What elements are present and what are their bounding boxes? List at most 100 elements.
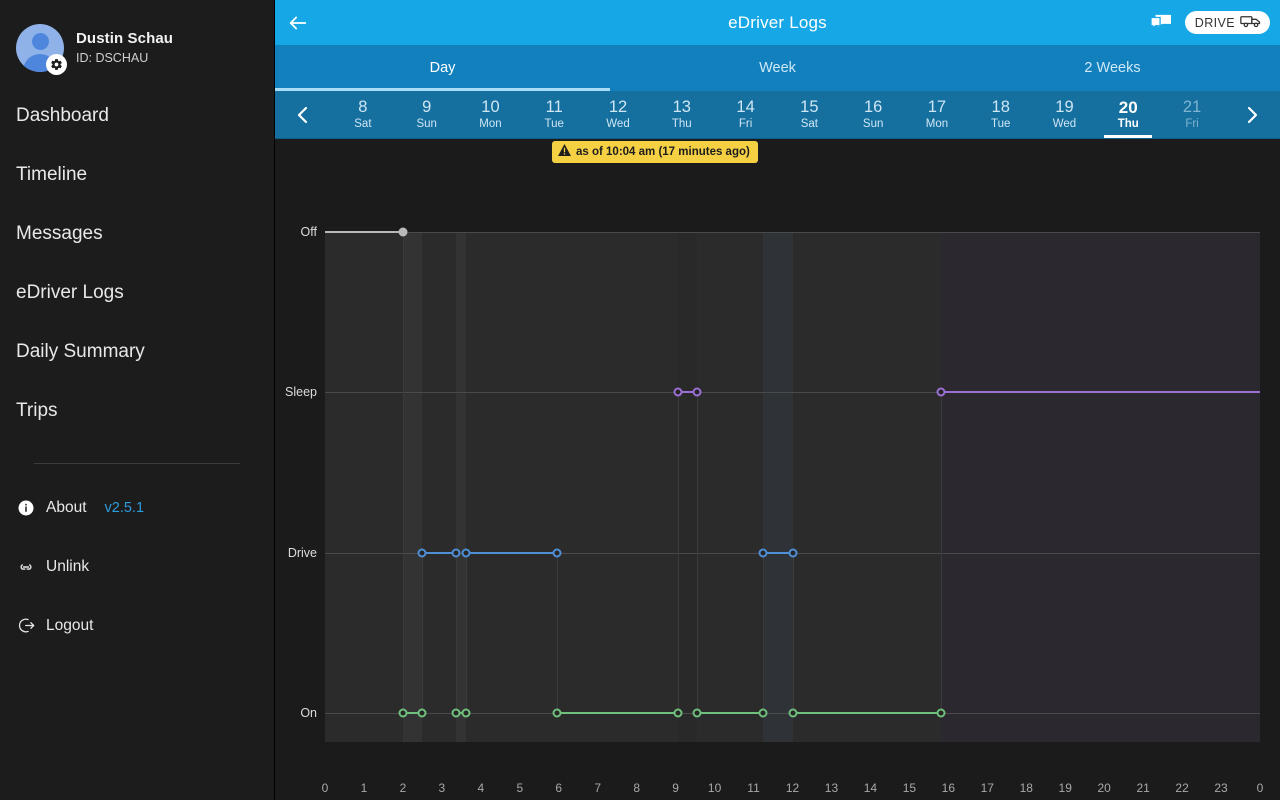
date-cell-11[interactable]: 11 Tue	[522, 91, 586, 138]
date-number: 10	[481, 97, 500, 116]
tab-day[interactable]: Day	[275, 45, 610, 91]
date-number: 15	[800, 97, 819, 116]
chart-x-label: 15	[902, 781, 917, 795]
chart-marker-drive[interactable]	[451, 548, 460, 558]
date-number: 17	[927, 97, 947, 116]
duty-status-chart[interactable]: Off Sleep Drive On 0 1 2 3 4 5 6 7 8 9 10 11 12 13 14 15 16 1…	[275, 139, 1280, 800]
date-cell-9[interactable]: 9 Sun	[395, 91, 459, 138]
drive-label: DRIVE	[1194, 15, 1235, 30]
sidebar-item-messages[interactable]: Messages	[0, 204, 274, 263]
sidebar-item-label: Trips	[16, 400, 58, 421]
date-cell-21[interactable]: 21 Fri	[1160, 91, 1224, 138]
sidebar-item-logout[interactable]: Logout	[0, 596, 274, 655]
app-version: v2.5.1	[104, 499, 145, 516]
link-icon	[16, 557, 36, 577]
tab-label: 2 Weeks	[1084, 60, 1141, 76]
avatar[interactable]	[16, 24, 67, 75]
chart-marker-on[interactable]	[552, 708, 562, 718]
date-cell-20[interactable]: 20 Thu	[1096, 91, 1160, 138]
date-number: 16	[863, 97, 883, 116]
chart-marker-drive[interactable]	[788, 548, 797, 558]
sidebar-item-label-logout: Logout	[46, 616, 94, 634]
logout-icon	[16, 616, 36, 636]
chart-marker-drive[interactable]	[417, 548, 427, 558]
date-cell-12[interactable]: 12 Wed	[586, 91, 650, 138]
chevron-left-icon[interactable]	[275, 91, 331, 138]
sidebar-utilities: About v2.5.1 Unlink Logout	[0, 478, 274, 655]
chart-marker-on[interactable]	[398, 708, 408, 718]
date-cell-19[interactable]: 19 Wed	[1033, 91, 1097, 138]
avatar-head	[31, 33, 49, 50]
date-weekday: Wed	[1052, 118, 1077, 131]
chart-marker-on[interactable]	[673, 708, 683, 718]
chart-marker-sleep[interactable]	[673, 387, 683, 397]
profile-section[interactable]: Dustin Schau ID: DSCHAU	[0, 0, 274, 80]
chart-marker-on[interactable]	[417, 708, 427, 718]
chart-x-label: 21	[1136, 781, 1150, 795]
chart-x-label: 12	[785, 781, 800, 795]
gear-icon[interactable]	[46, 54, 67, 75]
tab-week[interactable]: Week	[610, 45, 945, 91]
chart-x-label: 22	[1175, 781, 1189, 795]
chart-x-label: 19	[1058, 781, 1072, 795]
chart-x-label: 1	[360, 781, 368, 795]
tab-label: Day	[429, 60, 456, 76]
status-badge-drive[interactable]: DRIVE	[1184, 11, 1270, 34]
sidebar-item-dashboard[interactable]: Dashboard	[0, 86, 274, 145]
date-cell-15[interactable]: 15 Sat	[777, 91, 841, 138]
chart-marker-drive[interactable]	[758, 548, 768, 558]
chart-marker-on[interactable]	[936, 708, 946, 718]
chart-x-label: 0	[321, 781, 329, 795]
chart-marker-drive[interactable]	[552, 548, 562, 558]
date-weekday: Sun	[416, 118, 437, 131]
date-number: 21	[1182, 97, 1202, 116]
sidebar-item-trips[interactable]: Trips	[0, 381, 274, 440]
chart-y-label: Sleep	[285, 385, 317, 399]
sidebar-item-edriver-logs[interactable]: eDriver Logs	[0, 263, 274, 322]
chevron-right-icon[interactable]	[1224, 91, 1280, 138]
sidebar-item-about[interactable]: About v2.5.1	[0, 478, 274, 537]
back-arrow-icon[interactable]	[275, 0, 321, 45]
date-cell-17[interactable]: 17 Mon	[905, 91, 969, 138]
date-cell-14[interactable]: 14 Fri	[714, 91, 778, 138]
chart-marker-on[interactable]	[788, 708, 797, 718]
date-number: 11	[545, 97, 563, 116]
date-cell-16[interactable]: 16 Sun	[841, 91, 905, 138]
date-weekday: Fri	[1185, 118, 1199, 131]
chart-x-label: 18	[1019, 781, 1033, 795]
profile-name: Dustin Schau	[76, 29, 174, 47]
chart-marker-on[interactable]	[461, 708, 471, 718]
date-weekday: Sat	[800, 118, 818, 131]
tab-2-weeks[interactable]: 2 Weeks	[945, 45, 1280, 91]
date-weekday: Thu	[1117, 118, 1139, 131]
chart-y-label: Off	[300, 225, 317, 239]
chart-x-label: 11	[747, 781, 760, 795]
chart-x-label: 23	[1214, 781, 1228, 795]
sidebar-item-unlink[interactable]: Unlink	[0, 537, 274, 596]
date-cell-8[interactable]: 8 Sat	[331, 91, 395, 138]
date-cell-18[interactable]: 18 Tue	[969, 91, 1033, 138]
chart-marker-sleep[interactable]	[692, 387, 702, 397]
chart-marker-on[interactable]	[451, 708, 460, 718]
sidebar-item-daily-summary[interactable]: Daily Summary	[0, 322, 274, 381]
chart-marker-on[interactable]	[692, 708, 702, 718]
chart-marker-off[interactable]	[398, 227, 408, 237]
profile-id: ID: DSCHAU	[76, 50, 149, 65]
chart-transition-line	[763, 553, 765, 713]
date-cell-13[interactable]: 13 Thu	[650, 91, 714, 138]
sidebar-item-label-about: About	[46, 498, 87, 516]
chart-x-label: 3	[438, 781, 446, 795]
chat-bubble-icon[interactable]	[1149, 13, 1173, 33]
sidebar-item-timeline[interactable]: Timeline	[0, 145, 274, 204]
date-cell-10[interactable]: 10 Mon	[459, 91, 523, 138]
chart-marker-sleep[interactable]	[936, 387, 946, 397]
chart-transition-line	[697, 392, 699, 713]
chart-marker-on[interactable]	[758, 708, 768, 718]
date-weekday: Tue	[544, 118, 564, 131]
chart-transition-line	[677, 392, 679, 713]
chart-marker-drive[interactable]	[461, 548, 471, 558]
chart-y-label: Drive	[287, 546, 317, 560]
chart-segment-drive	[466, 552, 557, 554]
as-of-badge: as of 10:04 am (17 minutes ago)	[552, 141, 758, 163]
chart-x-label: 7	[594, 781, 602, 795]
